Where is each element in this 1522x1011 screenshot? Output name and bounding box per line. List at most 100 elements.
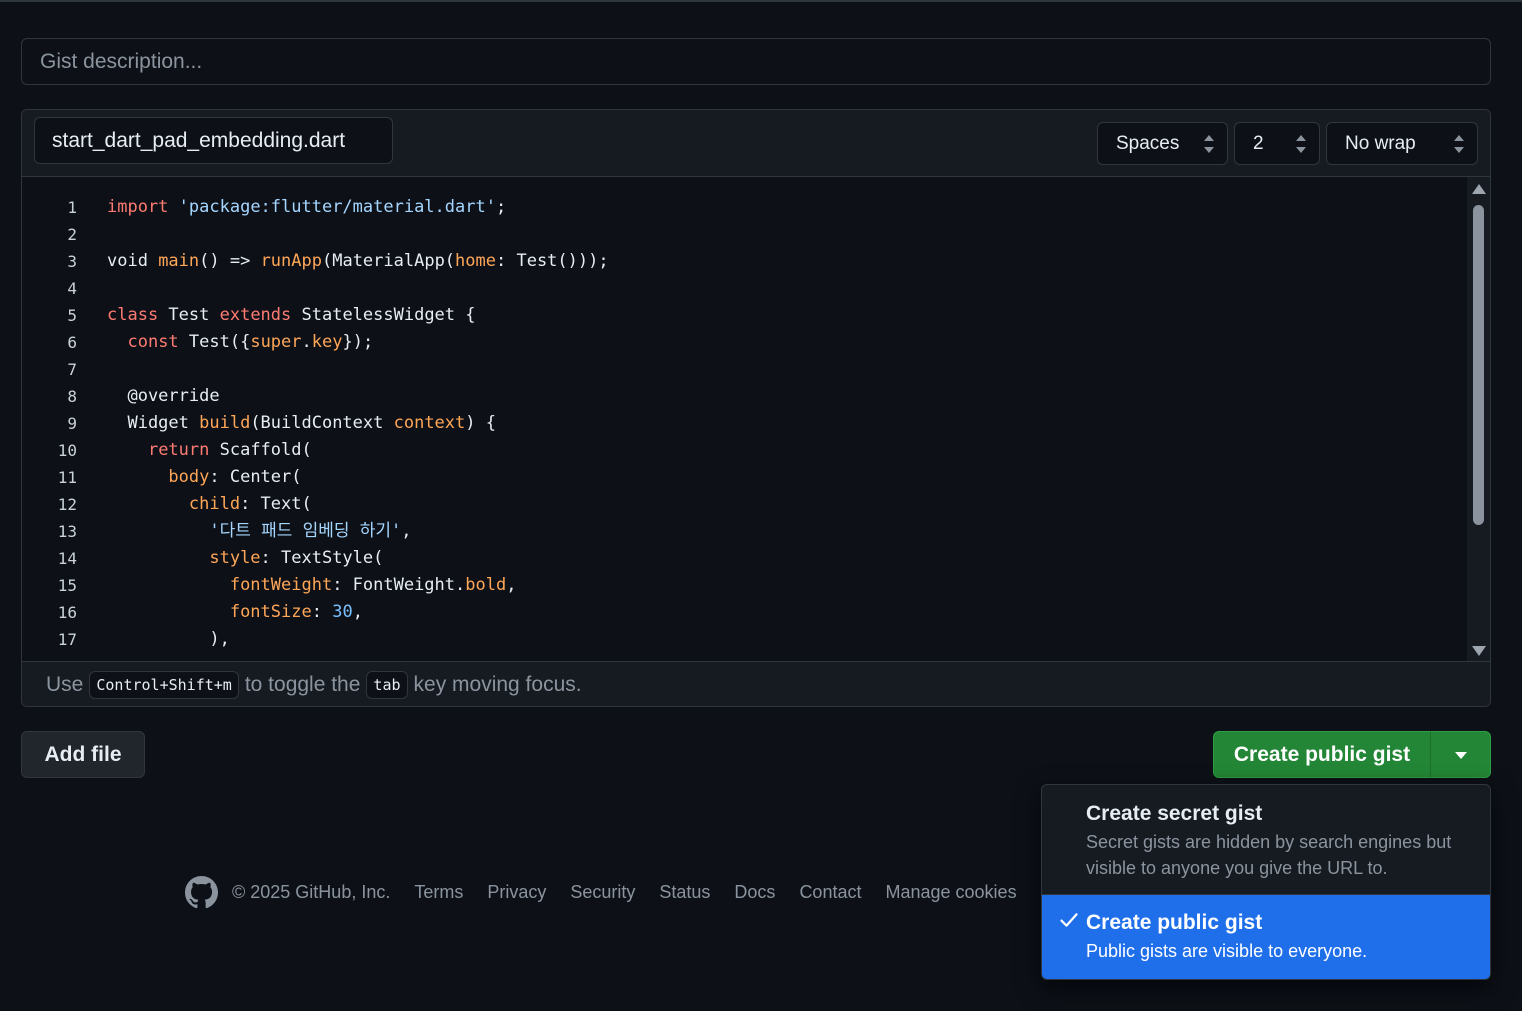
code-token: extends [219,305,292,325]
editor-hint: Use Control+Shift+m to toggle the tab ke… [22,661,1490,706]
code-editor[interactable]: 1 2 3 4 5 6 7 8 9 10 11 12 13 14 15 16 17 import 'packag… [22,177,1490,661]
create-gist-dropdown-menu: Create secret gist Secret gists are hidd… [1041,784,1491,980]
code-token: }); [342,332,374,352]
scroll-down-arrow-icon[interactable] [1472,646,1486,656]
code-line: return Scaffold( [107,437,1467,464]
scrollbar-thumb[interactable] [1473,205,1484,525]
footer-link-status[interactable]: Status [659,882,710,903]
footer-link-terms[interactable]: Terms [414,882,463,903]
indent-size-value: 2 [1253,132,1264,154]
code-token: , [352,602,363,622]
line-number: 7 [67,360,77,379]
code-token: fontWeight [229,575,333,595]
add-file-button[interactable]: Add file [21,731,145,778]
code-line: style: TextStyle( [107,545,1467,572]
create-public-gist-button[interactable]: Create public gist [1213,731,1431,778]
footer-link-docs[interactable]: Docs [734,882,775,903]
code-token: : [311,602,333,622]
select-arrows-icon [1204,135,1214,153]
gist-description-input[interactable] [21,38,1491,85]
code-token: class [107,305,159,325]
menu-item-description: Secret gists are hidden by search engine… [1086,829,1490,881]
footer-link-contact[interactable]: Contact [799,882,861,903]
line-number: 6 [67,333,77,352]
code-token: Widget [107,413,200,433]
hint-middle: to toggle the [244,672,361,696]
line-number: 17 [57,630,77,649]
code-token: style [209,548,261,568]
copyright-text: © 2025 GitHub, Inc. [232,881,391,902]
filename-input[interactable] [34,117,393,164]
code-token: Test({ [178,332,251,352]
hint-tab-kbd: tab [366,670,408,699]
editor-scrollbar[interactable] [1467,177,1490,661]
select-arrows-icon [1454,135,1464,153]
indent-mode-select[interactable]: Spaces [1097,122,1228,165]
indent-size-select[interactable]: 2 [1234,122,1320,165]
code-line: class Test extends StatelessWidget { [107,302,1467,329]
code-token: import [107,197,169,217]
code-token: () => [199,251,261,271]
code-token: body [168,467,210,487]
code-token: : Center( [209,467,302,487]
line-number: 9 [67,414,77,433]
caret-down-icon [1455,752,1467,759]
code-line: fontSize: 30, [107,599,1467,626]
menu-item-create-secret-gist[interactable]: Create secret gist Secret gists are hidd… [1042,785,1490,895]
indent-mode-value: Spaces [1116,132,1180,154]
hint-shortcut-kbd: Control+Shift+m [89,670,239,699]
code-token: child [188,494,241,514]
menu-item-create-public-gist[interactable]: Create public gist Public gists are visi… [1042,895,1490,979]
footer-link-manage-cookies[interactable]: Manage cookies [885,882,1016,903]
wrap-mode-select[interactable]: No wrap [1326,122,1478,165]
menu-item-description: Public gists are visible to everyone. [1086,941,1368,961]
code-content[interactable]: import 'package:flutter/material.dart'; v… [107,177,1467,661]
line-number: 14 [57,549,77,568]
code-token: (MaterialApp( [321,251,456,271]
code-token: , [506,575,517,595]
line-number: 3 [67,252,77,271]
line-number: 8 [67,387,77,406]
line-number: 2 [67,225,77,244]
code-line: @override [107,383,1467,410]
line-number: 4 [67,279,77,298]
code-token: 30 [332,602,353,622]
menu-item-description-line: visible to anyone you give the URL to. [1086,858,1388,878]
file-header: Spaces 2 No wrap [22,110,1490,177]
code-token: . [301,332,312,352]
code-token: Scaffold( [209,440,312,460]
top-divider [0,0,1522,2]
line-number: 1 [67,198,77,217]
line-number-gutter: 1 2 3 4 5 6 7 8 9 10 11 12 13 14 15 16 17 [22,177,90,661]
menu-item-title: Create public gist [1086,911,1263,934]
code-token: ) { [465,413,496,433]
create-gist-options-button[interactable] [1430,731,1491,778]
code-token: : Test())); [496,251,609,271]
github-logo-icon[interactable] [185,875,218,909]
line-number: 15 [57,576,77,595]
scroll-up-arrow-icon[interactable] [1472,184,1486,194]
code-token: : TextStyle( [260,548,384,568]
code-token: bold [465,575,507,595]
code-line: body: Center( [107,464,1467,491]
code-token: build [199,413,251,433]
code-line: '다트 패드 임베딩 하기', [107,518,1467,545]
code-token: void [107,251,159,271]
code-token: main [158,251,200,271]
footer-link-security[interactable]: Security [570,882,635,903]
code-token: : Text( [240,494,312,514]
code-token: : FontWeight. [332,575,466,595]
code-line: const Test({super.key}); [107,329,1467,356]
code-token: return [147,440,210,460]
code-token: home [455,251,496,271]
footer-link-privacy[interactable]: Privacy [487,882,546,903]
